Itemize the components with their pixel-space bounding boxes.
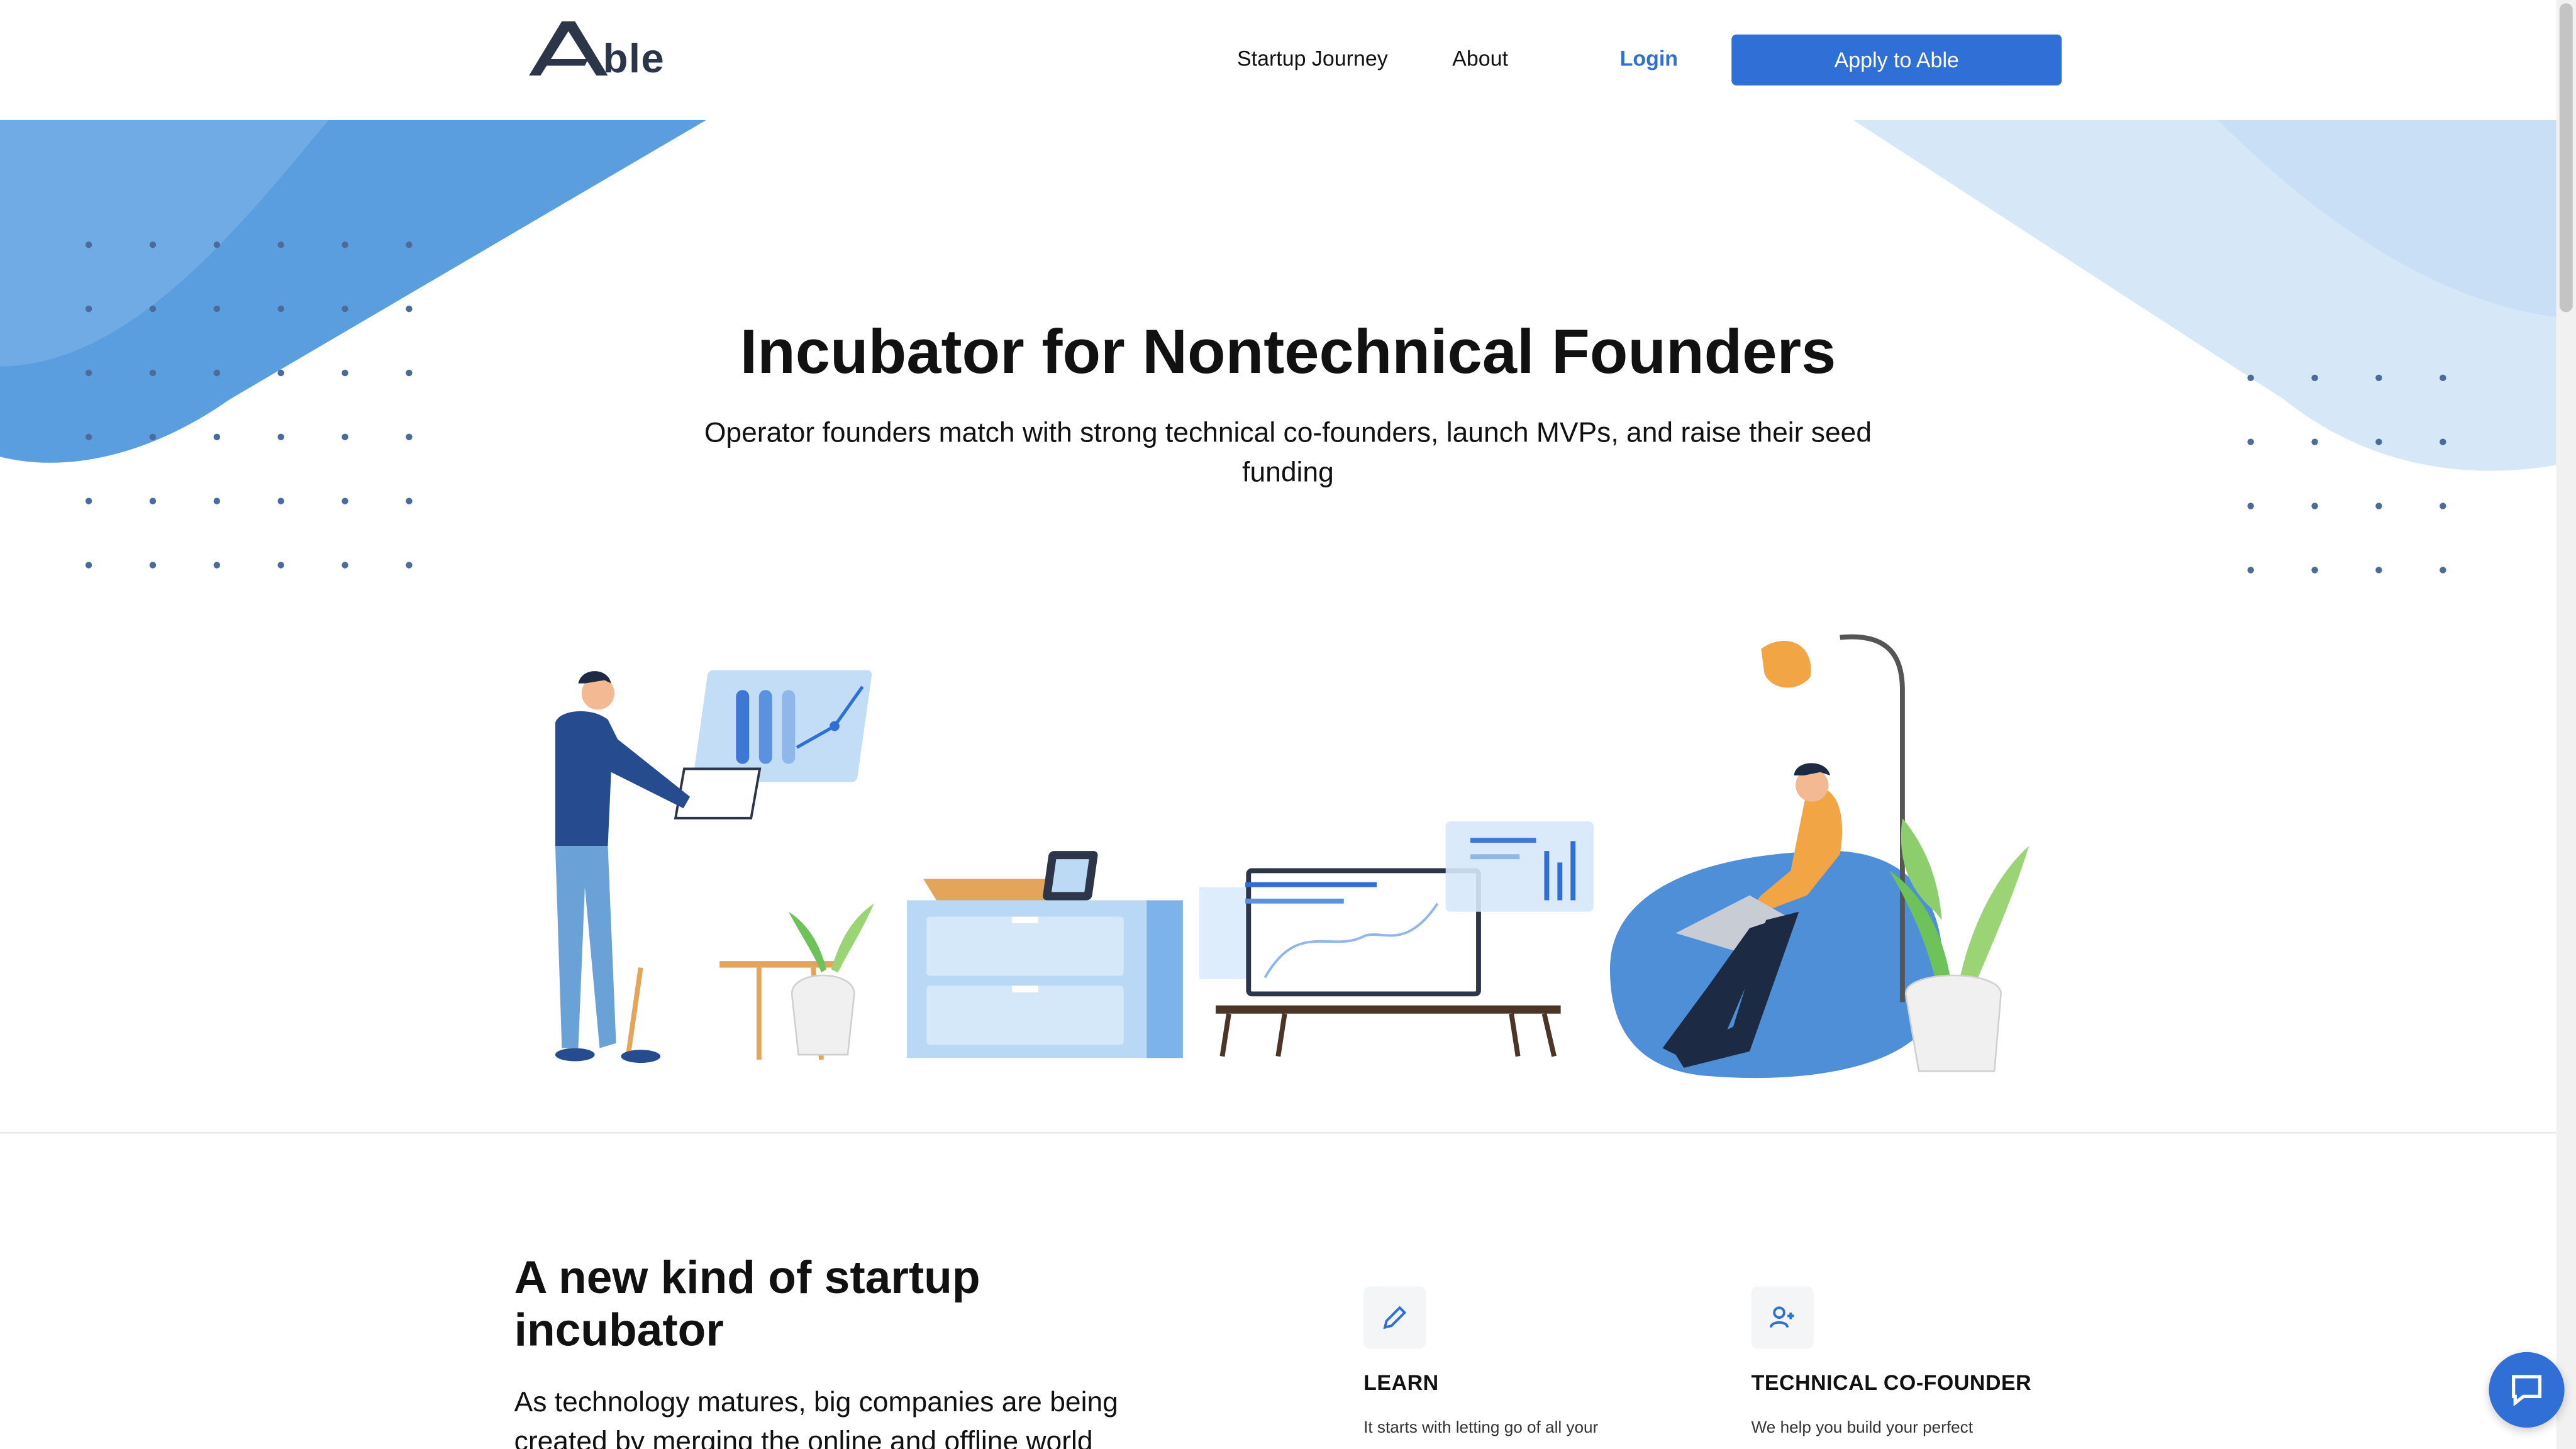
pencil-icon: [1363, 1286, 1426, 1349]
feature-text-technical-co-founder: We help you build your perfect: [1751, 1419, 1974, 1438]
decorative-wave-left: [0, 119, 707, 463]
hero-title: Incubator for Nontechnical Founders: [740, 318, 1836, 388]
add-user-icon: [1751, 1286, 1814, 1349]
hero-illustration: [555, 634, 2029, 1079]
section-title: A new kind of startup incubator: [514, 1252, 980, 1356]
section-body: As technology matures, big companies are…: [514, 1386, 1118, 1449]
feature-text-learn: It starts with letting go of all your: [1363, 1419, 1599, 1438]
logo-text: ble: [602, 36, 665, 82]
nav-login[interactable]: Login: [1620, 46, 1678, 70]
page: ble Startup Journey About Login Apply to…: [0, 0, 2576, 1449]
hero-subtitle: Operator founders match with strong tech…: [704, 417, 1872, 488]
nav-about[interactable]: About: [1452, 46, 1508, 70]
section-divider: [0, 1131, 2557, 1134]
apply-button[interactable]: Apply to Able: [1731, 34, 2062, 86]
feature-title-technical-co-founder: TECHNICAL CO-FOUNDER: [1751, 1370, 2032, 1395]
scrollbar-thumb[interactable]: [2559, 3, 2573, 313]
chat-button[interactable]: [2489, 1352, 2565, 1428]
nav-startup-journey[interactable]: Startup Journey: [1237, 46, 1388, 70]
decorative-wave-right: [1853, 119, 2557, 471]
chat-icon: [2512, 1375, 2542, 1407]
feature-title-learn: LEARN: [1363, 1370, 1439, 1395]
site-header: ble Startup Journey About Login Apply to…: [0, 0, 2557, 120]
